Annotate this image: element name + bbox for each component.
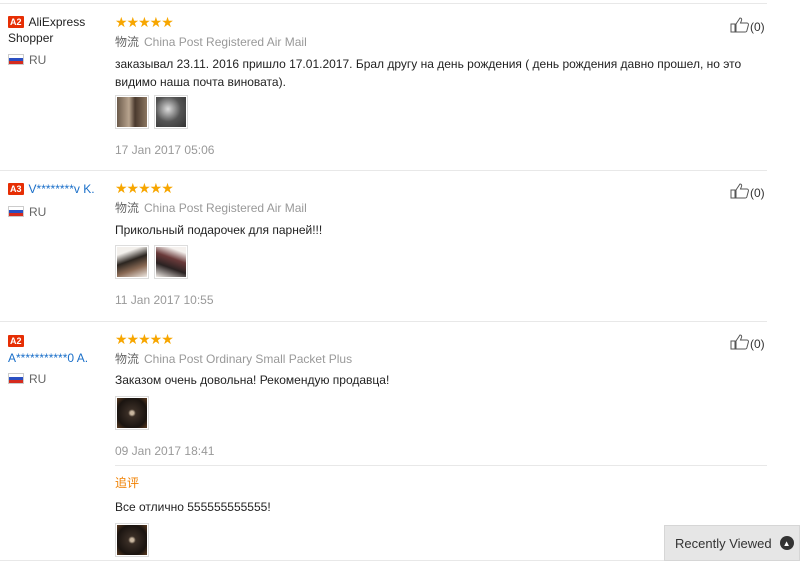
divider: [0, 170, 767, 171]
buyer-level-badge: A2: [8, 335, 24, 347]
helpful-button[interactable]: (0): [730, 182, 765, 201]
buyer-level-badge: A2: [8, 16, 24, 28]
divider: [0, 321, 767, 322]
review-photo-thumbnail[interactable]: [115, 245, 149, 279]
reviewer-country: RU: [8, 205, 108, 219]
reviewer-info: A3 V********v K. RU: [8, 181, 108, 219]
followup-label: 追评: [115, 476, 140, 490]
review-text: заказывал 23.11. 2016 пришло 17.01.2017.…: [115, 57, 742, 89]
reviewer-name: A2 AliExpress Shopper: [8, 15, 86, 45]
review-date: 09 Jan 2017 18:41: [115, 444, 215, 458]
buyer-level-badge: A3: [8, 183, 24, 195]
review-photo-thumbnail[interactable]: [154, 245, 188, 279]
shipping-method: 物流 China Post Registered Air Mail: [115, 201, 307, 215]
review-photo-thumbnail[interactable]: [115, 95, 149, 129]
reviewer-info: A2 AliExpress Shopper RU: [8, 14, 108, 67]
thumbs-up-icon: [730, 17, 749, 33]
reviewer-name[interactable]: A***********0 A.: [8, 350, 108, 366]
helpful-button[interactable]: (0): [730, 333, 765, 352]
shipping-method: 物流 China Post Ordinary Small Packet Plus: [115, 352, 353, 366]
russia-flag-icon: [8, 206, 24, 217]
divider: [115, 465, 767, 466]
review-photo-thumbnail[interactable]: [115, 396, 149, 430]
chevron-up-icon: ▲: [779, 536, 794, 550]
russia-flag-icon: [8, 373, 24, 384]
reviewer-info: A2 A***********0 A. RU: [8, 334, 108, 386]
recently-viewed-button[interactable]: Recently Viewed ▲: [664, 525, 800, 561]
reviewer-country: RU: [8, 372, 108, 386]
followup-text: Все отлично 555555555555!: [115, 500, 271, 514]
review-photos: [115, 245, 188, 279]
rating-stars: ★★★★★: [115, 180, 174, 196]
recently-viewed-label: Recently Viewed: [675, 535, 772, 551]
rating-stars: ★★★★★: [115, 14, 174, 30]
divider: [0, 3, 767, 4]
thumbs-up-icon: [730, 183, 749, 199]
reviewer-level: A2: [8, 334, 108, 348]
rating-stars: ★★★★★: [115, 331, 174, 347]
reviewer-country: RU: [8, 53, 108, 67]
review-date: 17 Jan 2017 05:06: [115, 143, 215, 157]
review-photo-thumbnail[interactable]: [115, 523, 149, 557]
followup-photos: [115, 523, 149, 557]
review-photos: [115, 95, 188, 129]
shipping-method: 物流 China Post Registered Air Mail: [115, 35, 307, 49]
review-date: 11 Jan 2017 10:55: [115, 293, 214, 307]
helpful-button[interactable]: (0): [730, 16, 765, 35]
review-text: Прикольный подарочек для парней!!!: [115, 223, 323, 237]
review-photo-thumbnail[interactable]: [154, 95, 188, 129]
reviewer-name[interactable]: A3 V********v K.: [8, 181, 108, 197]
review-photos: [115, 396, 149, 430]
russia-flag-icon: [8, 54, 24, 65]
thumbs-up-icon: [730, 334, 749, 350]
review-text: Заказом очень довольна! Рекомендую прода…: [115, 373, 390, 387]
